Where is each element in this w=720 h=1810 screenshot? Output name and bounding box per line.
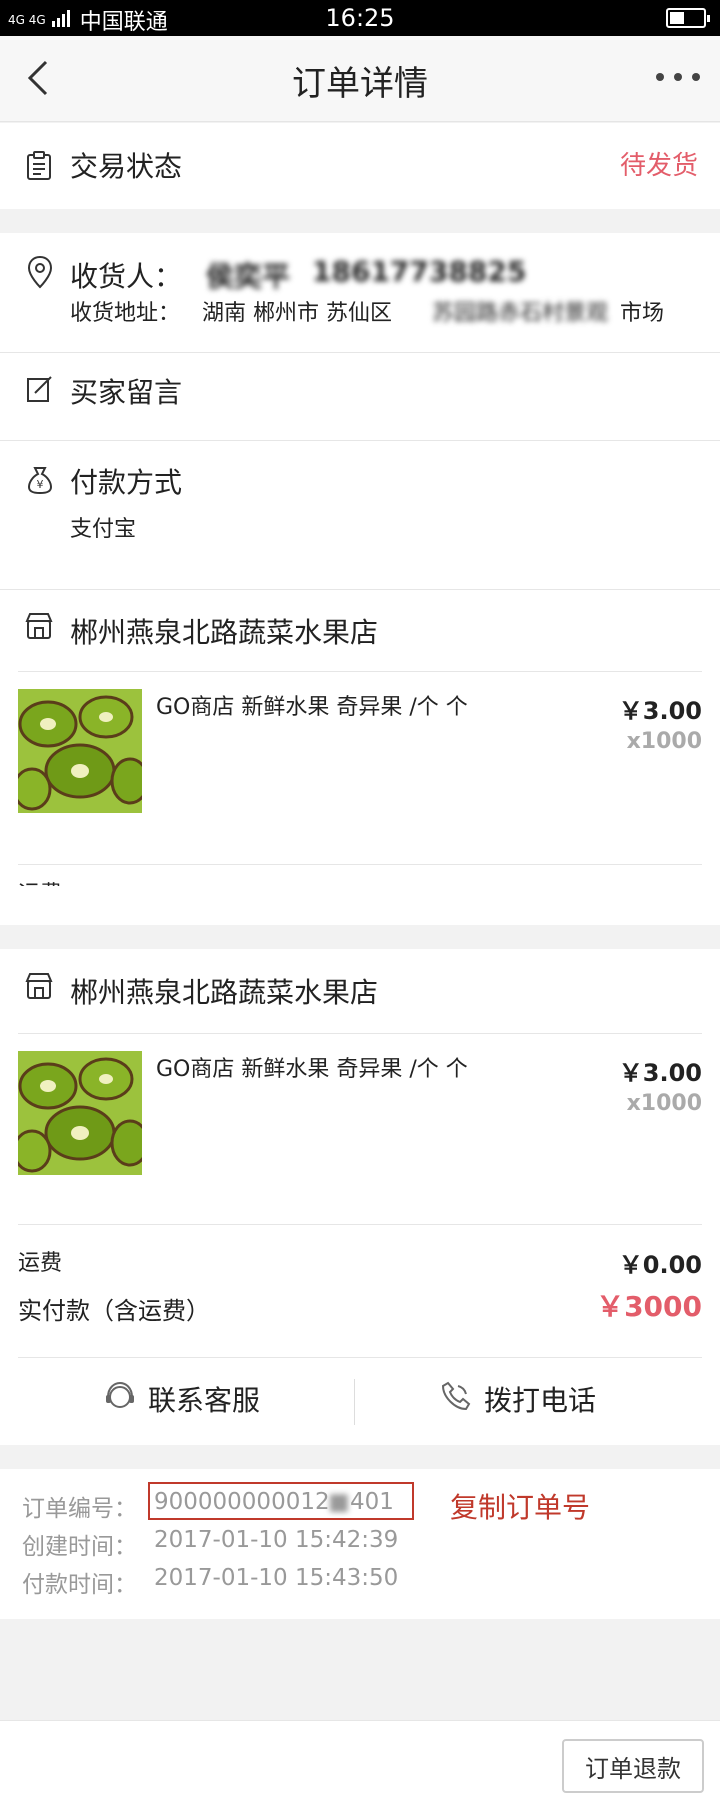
shipping-label: 运费: [18, 1251, 63, 1276]
receiver-phone: 18617738825: [312, 255, 527, 288]
clipboard-icon: [26, 151, 52, 185]
store-icon: [24, 971, 54, 1005]
product-quantity: x1000: [626, 1091, 702, 1116]
product-price: ￥3.00: [618, 697, 702, 725]
action-divider: [354, 1379, 355, 1425]
battery-icon: [666, 8, 710, 28]
product-quantity: x1000: [626, 729, 702, 754]
created-time-value: 2017-01-10 15:42:39: [154, 1527, 399, 1553]
call-phone-label: 拨打电话: [484, 1384, 597, 1417]
contact-service-label: 联系客服: [148, 1384, 261, 1417]
contact-actions: 联系客服 拨打电话: [0, 1357, 720, 1447]
buyer-message-label[interactable]: 买家留言: [70, 371, 182, 411]
status-time: 16:25: [325, 4, 395, 32]
product-title[interactable]: GO商店 新鲜水果 奇异果 /个 个: [156, 1051, 468, 1083]
store-name[interactable]: 郴州燕泉北路蔬菜水果店: [70, 971, 378, 1011]
payment-method-label: 付款方式: [70, 466, 183, 499]
paid-time-label: 付款时间：: [22, 1572, 137, 1598]
svg-text:¥: ¥: [37, 478, 44, 491]
status-badge: 待发货: [619, 151, 698, 181]
product-image[interactable]: [18, 689, 142, 813]
address-visible: 湖南 郴州市 苏仙区: [202, 301, 392, 326]
page-title: 订单详情: [292, 64, 428, 104]
payment-method-value: 支付宝: [70, 517, 137, 542]
receiver-label: 收货人：: [70, 260, 183, 293]
product-image[interactable]: [18, 1051, 142, 1175]
created-time-label: 创建时间：: [22, 1534, 137, 1560]
copy-order-number-hint[interactable]: 复制订单号: [450, 1486, 590, 1526]
total-value: ￥3000: [596, 1290, 702, 1323]
product-price: ￥3.00: [618, 1059, 702, 1087]
money-bag-icon: ¥: [26, 465, 54, 499]
receiver-name: 侯奕平: [206, 260, 291, 293]
refund-button[interactable]: 订单退款: [562, 1739, 704, 1793]
store-icon: [24, 611, 54, 645]
status-bar: 4G 4G 中国联通 16:25: [0, 0, 720, 36]
product-title[interactable]: GO商店 新鲜水果 奇异果 /个 个: [156, 689, 468, 721]
address-blurred: 苏园路赤石村景观: [432, 301, 609, 326]
phone-icon: [440, 1380, 472, 1419]
address-label: 收货地址：: [70, 301, 181, 326]
nav-bar: 订单详情: [0, 36, 720, 122]
shipping-value: ￥0.00: [618, 1251, 702, 1279]
bottom-bar: 订单退款: [0, 1720, 720, 1810]
total-label: 实付款（含运费）: [18, 1297, 210, 1325]
shipping-value: ￥0.00: [619, 876, 702, 886]
edit-icon: [26, 375, 54, 407]
paid-time-value: 2017-01-10 15:43:50: [154, 1565, 399, 1591]
receiver-card: 收货人： 侯奕平 18617738825 收货地址： 湖南 郴州市 苏仙区 苏园…: [0, 233, 720, 589]
more-dots-icon[interactable]: [654, 62, 702, 92]
trade-status-label: 交易状态: [70, 150, 183, 183]
store-card-1: 郴州燕泉北路蔬菜水果店 GO商店 新鲜水果 奇异果 /个 个 ￥3.00 x10…: [0, 589, 720, 925]
store-card-2: 郴州燕泉北路蔬菜水果店 GO商店 新鲜水果 奇异果 /个 个 ￥3.00 x10…: [0, 949, 720, 1445]
shipping-label: 运费: [18, 876, 62, 886]
trade-status-card: 交易状态 待发货: [0, 123, 720, 209]
order-number-label: 订单编号：: [22, 1496, 137, 1522]
location-pin-icon: [26, 255, 54, 293]
contact-service-button[interactable]: 联系客服: [104, 1379, 260, 1419]
order-number-highlight: [148, 1482, 414, 1520]
store-name[interactable]: 郴州燕泉北路蔬菜水果店: [70, 611, 378, 651]
address-tail: 市场: [620, 301, 665, 326]
headset-icon: [104, 1380, 136, 1419]
call-phone-button[interactable]: 拨打电话: [440, 1379, 596, 1419]
